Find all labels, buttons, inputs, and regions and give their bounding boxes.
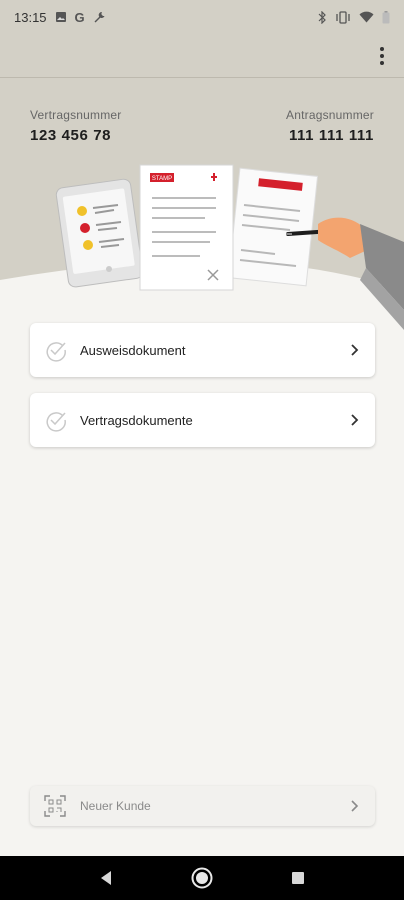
- chevron-right-icon: [351, 800, 359, 812]
- contract-number-value: 123 456 78: [30, 127, 112, 144]
- check-circle-icon: [46, 412, 66, 432]
- wifi-icon: [359, 11, 374, 23]
- check-circle-icon: [46, 342, 66, 362]
- recents-icon: [292, 872, 304, 884]
- recents-button[interactable]: [291, 871, 305, 885]
- application-number-value: 111 111 111: [288, 127, 374, 144]
- tablet-illustration: [55, 178, 144, 288]
- form-sheet-illustration: STAMP: [139, 164, 234, 291]
- image-icon: [55, 11, 67, 23]
- document-item-label: Vertragsdokumente: [80, 412, 193, 428]
- more-vert-icon[interactable]: [374, 42, 390, 70]
- home-button[interactable]: [191, 867, 213, 889]
- application-number-block: Antragsnummer 111 111 111: [286, 108, 374, 144]
- status-time: 13:15: [14, 9, 47, 25]
- back-icon: [101, 871, 111, 885]
- qr-scan-icon: [44, 795, 66, 817]
- vibrate-icon: [335, 10, 351, 24]
- contract-number-label: Vertragsnummer: [30, 108, 122, 122]
- back-button[interactable]: [99, 870, 113, 886]
- battery-icon: [382, 10, 390, 24]
- svg-text:STAMP: STAMP: [152, 176, 172, 182]
- new-customer-button[interactable]: Neuer Kunde: [30, 786, 375, 826]
- chevron-right-icon: [351, 414, 359, 426]
- chevron-right-icon: [351, 344, 359, 356]
- home-icon: [191, 867, 213, 889]
- system-nav-bar: [0, 856, 404, 900]
- contract-sheet-illustration: [227, 167, 319, 287]
- contract-numbers: Vertragsnummer 123 456 78 Antragsnummer …: [30, 108, 374, 144]
- status-bar: 13:15 G: [0, 0, 404, 34]
- wrench-icon: [93, 11, 106, 24]
- document-item-vertrag[interactable]: Vertragsdokumente: [30, 393, 375, 447]
- bluetooth-icon: [317, 10, 327, 24]
- contract-number-block: Vertragsnummer 123 456 78: [30, 108, 122, 144]
- app-bar: [0, 34, 404, 78]
- google-icon: G: [74, 9, 85, 25]
- document-item-label: Ausweisdokument: [80, 342, 186, 358]
- application-number-label: Antragsnummer: [286, 108, 374, 122]
- new-customer-label: Neuer Kunde: [80, 799, 151, 813]
- document-item-ausweis[interactable]: Ausweisdokument: [30, 323, 375, 377]
